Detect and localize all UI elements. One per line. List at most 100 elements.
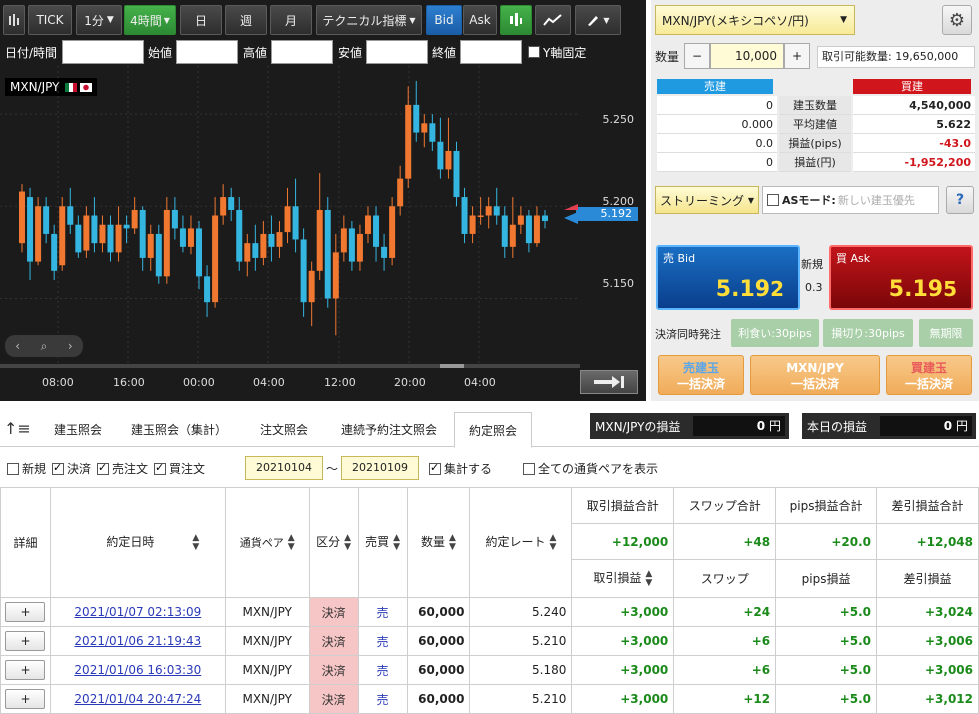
col-pair-header[interactable]: 通貨ペア ▲ ▼	[224, 487, 310, 598]
pair-all-settle-button[interactable]: MXN/JPY 一括決済	[750, 355, 880, 395]
sort-menu-icon[interactable]: ↑≡	[4, 419, 31, 438]
sort-icon[interactable]: ▲ ▼	[344, 533, 351, 552]
sort-icon[interactable]: ▲ ▼	[449, 533, 456, 552]
streaming-select[interactable]: ストリーミング ▼	[655, 186, 759, 214]
col-type-header[interactable]: 区分 ▲ ▼	[308, 487, 359, 598]
col-rate-header[interactable]: 約定レート ▲ ▼	[469, 487, 573, 598]
candle-body	[308, 270, 315, 303]
candle-body	[324, 209, 331, 299]
candle-body	[533, 215, 540, 244]
chart-type-icon[interactable]	[3, 5, 25, 35]
aggregate-checkbox[interactable]: 集計する	[429, 460, 492, 477]
line-chart-icon[interactable]	[535, 5, 571, 35]
buy-ask-button[interactable]: 買 Ask 5.195	[829, 245, 973, 310]
sort-icon[interactable]: ▲ ▼	[549, 533, 556, 552]
tab-positions[interactable]: 建玉照会	[40, 412, 116, 447]
sort-icon[interactable]: ▲ ▼	[192, 533, 199, 552]
filter-settle-checkbox[interactable]: 決済	[52, 460, 91, 477]
expand-button[interactable]: +	[5, 689, 46, 709]
pips-cell: +5.0	[775, 684, 877, 714]
qty-input[interactable]: 10,000	[710, 43, 784, 69]
yfix-checkbox[interactable]: Y軸固定	[528, 40, 586, 64]
time-tick-label: 08:00	[42, 376, 74, 389]
technical-select[interactable]: テクニカル指標 ▼	[316, 5, 422, 35]
header-label: 取引損益合計	[586, 499, 659, 513]
total-pips: +20.0	[775, 523, 877, 560]
sort-icon[interactable]: ▲ ▼	[288, 533, 295, 552]
price-tick-label: 5.250	[602, 113, 635, 126]
tab-orders[interactable]: 注文照会	[242, 412, 326, 447]
chart-scrollbar[interactable]	[0, 364, 580, 368]
col-pl-header[interactable]: 取引損益 ▲ ▼	[571, 559, 675, 598]
sort-icon[interactable]: ▲ ▼	[645, 569, 652, 588]
swap-cell: +6	[673, 655, 777, 685]
execution-datetime-link[interactable]: 2021/01/04 20:47:24	[74, 692, 201, 706]
candle-body	[43, 206, 50, 234]
month-button[interactable]: 月	[270, 5, 312, 35]
qty-minus-button[interactable]: −	[684, 43, 710, 69]
sort-icon[interactable]: ▲ ▼	[393, 533, 400, 552]
unlimited-button[interactable]: 無期限	[919, 319, 973, 347]
current-price-marker: 5.192	[576, 207, 638, 221]
gear-icon[interactable]: ⚙	[942, 5, 972, 35]
scrollbar-thumb[interactable]	[440, 364, 464, 368]
take-profit-button[interactable]: 利食い:30pips	[731, 319, 819, 347]
expand-button[interactable]: +	[5, 602, 46, 622]
candle-body	[445, 150, 452, 170]
tab-continuous-orders[interactable]: 連続予約注文照会	[328, 412, 450, 447]
jump-latest-icon[interactable]	[580, 370, 638, 394]
col-pips-total-header: pips損益合計	[775, 487, 877, 524]
filter-sell-checkbox[interactable]: 売注文	[97, 460, 148, 477]
chevron-right-icon[interactable]: ›	[68, 339, 73, 353]
interval-select[interactable]: 1分 ▼	[76, 5, 122, 35]
candle-body	[284, 206, 291, 233]
streaming-label: ストリーミング	[660, 193, 745, 208]
help-icon[interactable]: ?	[946, 186, 974, 214]
qty-plus-button[interactable]: +	[784, 43, 810, 69]
close-field[interactable]	[460, 40, 522, 64]
candlestick-chart	[0, 66, 580, 368]
candle-body	[429, 123, 436, 142]
col-side-header[interactable]: 売買 ▲ ▼	[357, 487, 408, 598]
week-button[interactable]: 週	[225, 5, 267, 35]
execution-datetime-link[interactable]: 2021/01/06 21:19:43	[74, 634, 201, 648]
tick-button[interactable]: TICK	[28, 5, 72, 35]
open-field[interactable]	[176, 40, 238, 64]
filter-buy-checkbox[interactable]: 買注文	[154, 460, 205, 477]
filter-new-checkbox[interactable]: 新規	[7, 460, 46, 477]
bid-button[interactable]: Bid	[426, 5, 462, 35]
draw-tool-icon[interactable]: ▼	[575, 5, 621, 35]
period-select[interactable]: 4時間 ▼	[124, 5, 176, 35]
date-from-input[interactable]: 20210104	[245, 456, 323, 480]
candle-body	[115, 224, 122, 253]
chevron-left-icon[interactable]: ‹	[15, 339, 20, 353]
col-qty-header[interactable]: 数量 ▲ ▼	[406, 487, 471, 598]
expand-button[interactable]: +	[5, 660, 46, 680]
tab-executions[interactable]: 約定照会	[454, 412, 532, 448]
col-detail-header: 詳細	[0, 487, 51, 598]
type-cell: 決済	[308, 684, 359, 714]
all-pairs-checkbox[interactable]: 全ての通貨ペアを表示	[523, 460, 658, 477]
execution-datetime-link[interactable]: 2021/01/07 02:13:09	[74, 605, 201, 619]
currency-pair-select[interactable]: MXN/JPY(メキシコペソ/円) ▼	[655, 5, 855, 35]
buy-all-settle-button[interactable]: 買建玉 一括決済	[886, 355, 972, 395]
col-swap-total-header: スワップ合計	[673, 487, 777, 524]
execution-datetime-link[interactable]: 2021/01/06 16:03:30	[74, 663, 201, 677]
as-mode-checkbox[interactable]: ASモード: 新しい建玉優先	[762, 186, 939, 214]
datetime-field[interactable]	[62, 40, 144, 64]
zoom-icon[interactable]: ⌕	[41, 339, 48, 354]
candle-icon[interactable]	[500, 5, 532, 35]
ask-button[interactable]: Ask	[463, 5, 497, 35]
tab-positions-summary[interactable]: 建玉照会（集計）	[118, 412, 240, 447]
sell-all-settle-button[interactable]: 売建玉 一括決済	[658, 355, 744, 395]
today-pl-amount: 0	[943, 419, 953, 433]
stop-loss-button[interactable]: 損切り:30pips	[823, 319, 913, 347]
sell-bid-label: 売 Bid	[663, 252, 696, 265]
high-field[interactable]	[271, 40, 333, 64]
day-button[interactable]: 日	[180, 5, 222, 35]
sell-bid-button[interactable]: 売 Bid 5.192	[656, 245, 800, 310]
col-datetime-header[interactable]: 約定日時 ▲ ▼	[49, 487, 226, 598]
low-field[interactable]	[366, 40, 428, 64]
date-to-input[interactable]: 20210109	[341, 456, 419, 480]
expand-button[interactable]: +	[5, 631, 46, 651]
